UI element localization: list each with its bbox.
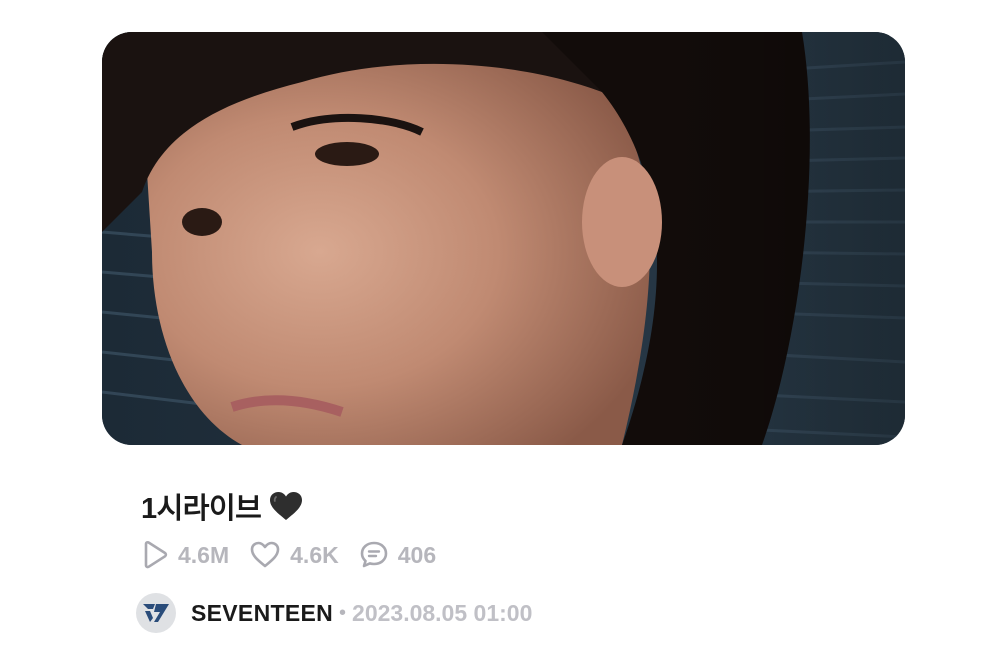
play-count-value: 4.6M [178,541,230,568]
like-count: 4.6K [249,540,339,570]
play-icon [144,540,168,569]
artist-name[interactable]: SEVENTEEN [191,600,333,627]
like-count-value: 4.6K [290,541,339,568]
artist-avatar[interactable] [136,593,176,633]
meta-separator: • [339,601,347,624]
post-title-row[interactable]: 1시라이브 [141,486,303,526]
live-post-card: 1시라이브 4.6M 4.6K 406 SEVENTEEN • 2023.08.… [0,0,1000,669]
heart-icon [250,541,280,568]
play-count: 4.6M [141,540,229,570]
post-meta: SEVENTEEN • 2023.08.05 01:00 [136,592,532,634]
thumbnail-image [102,32,905,445]
comment-icon [360,541,388,568]
post-stats: 4.6M 4.6K 406 [141,538,456,572]
comment-count-value: 406 [397,541,437,568]
video-thumbnail[interactable] [102,32,905,445]
black-heart-emoji-icon [269,491,303,521]
post-title: 1시라이브 [141,493,262,525]
seventeen-logo-icon [143,604,169,622]
post-date: 2023.08.05 01:00 [352,599,533,626]
comment-count: 406 [359,540,436,570]
